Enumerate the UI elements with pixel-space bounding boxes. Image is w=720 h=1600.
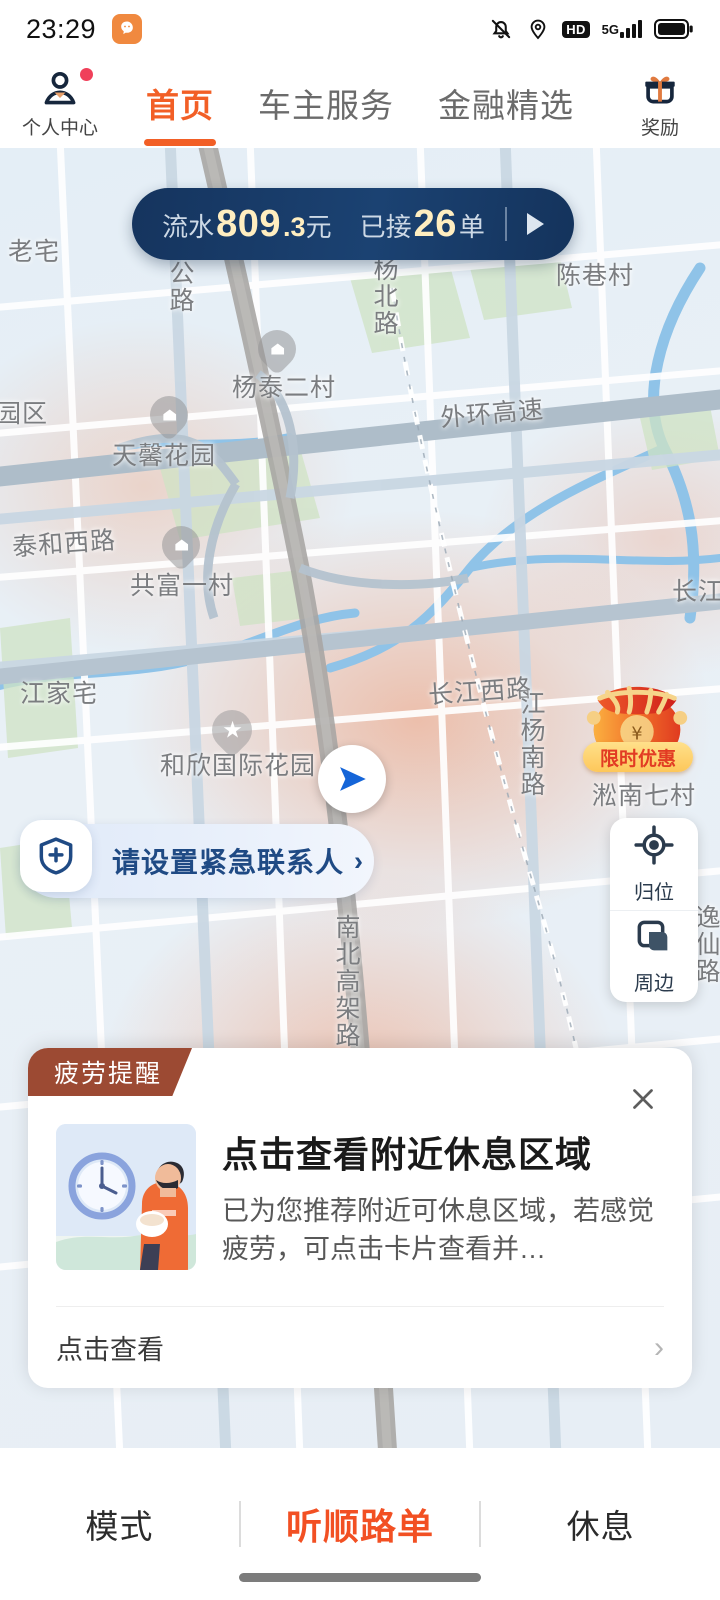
fatigue-card-body: 点击查看附近休息区域 已为您推荐附近可休息区域，若感觉疲劳，可点击卡片查看并… <box>28 1124 692 1270</box>
navigation-arrow-icon <box>340 767 366 791</box>
status-bar-time: 23:29 <box>26 13 97 44</box>
orders-unit: 单 <box>458 211 485 242</box>
mode-label: 模式 <box>85 1508 154 1545</box>
revenue-label: 流水 <box>162 211 215 242</box>
fatigue-card-footer[interactable]: 点击查看 › <box>56 1306 664 1388</box>
revenue-amount: 809 <box>216 202 282 245</box>
fatigue-card-footer-label: 点击查看 <box>56 1335 164 1365</box>
battery-icon <box>654 18 694 40</box>
map-label: 园区 <box>0 400 49 428</box>
rest-button[interactable]: 休息 <box>481 1448 720 1600</box>
map-label: 杨北路 <box>370 256 398 337</box>
status-bar: 23:29 HD 5G <box>0 0 720 58</box>
recenter-target-icon <box>633 824 675 871</box>
profile-center-label: 个人中心 <box>21 117 98 139</box>
map-label: 杨泰二村 <box>232 374 337 402</box>
tab-owner-services[interactable]: 车主服务 <box>258 58 394 148</box>
map-label: 公路 <box>166 260 194 314</box>
revenue-decimal: .3 <box>283 211 306 242</box>
rewards-button[interactable]: 奖励 <box>600 67 720 140</box>
earnings-banner[interactable]: 流水 809 .3 元 已接 26 单 <box>132 188 574 260</box>
fatigue-card-description: 已为您推荐附近可休息区域，若感觉疲劳，可点击卡片查看并… <box>222 1196 654 1265</box>
tab-finance-picks[interactable]: 金融精选 <box>438 58 574 148</box>
app-screen: 23:29 HD 5G 个人中心 首页 车主服务 金融精选 奖励 老宅 公路 杨… <box>0 0 720 1600</box>
revenue-group: 流水 809 .3 元 <box>162 203 331 246</box>
tab-home[interactable]: 首页 <box>144 58 216 148</box>
layers-nearby-icon <box>634 917 674 962</box>
promo-label[interactable]: 限时优惠 <box>583 742 693 772</box>
home-indicator[interactable] <box>239 1573 481 1582</box>
bottom-action-bar: 模式 听顺路单 休息 <box>0 1448 720 1600</box>
map-label: 共富一村 <box>130 572 235 600</box>
chevron-right-icon: › <box>354 845 364 876</box>
app-logo-icon <box>112 14 143 44</box>
recenter-button[interactable]: 归位 <box>610 818 698 910</box>
map-label: 老宅 <box>8 238 61 266</box>
nearby-label: 周边 <box>634 973 674 995</box>
map-controls: 归位 周边 <box>610 818 698 1002</box>
nearby-button[interactable]: 周边 <box>610 910 698 1002</box>
orders-count: 26 <box>413 202 457 245</box>
chevron-right-icon: › <box>654 1330 664 1364</box>
fatigue-reminder-card[interactable]: 点击查看附近休息区域 已为您推荐附近可休息区域，若感觉疲劳，可点击卡片查看并… … <box>28 1048 692 1388</box>
fatigue-card-title: 点击查看附近休息区域 <box>222 1134 593 1175</box>
orders-group: 已接 26 单 <box>360 203 485 246</box>
shield-plus-icon <box>20 820 92 892</box>
rest-label: 休息 <box>566 1508 635 1545</box>
map-label: 泰和西路 <box>11 526 118 562</box>
profile-center-button[interactable]: 个人中心 <box>0 67 120 140</box>
map-label: 南北高架路 <box>332 914 360 1049</box>
map-label: 淞南七村 <box>592 782 697 810</box>
close-icon[interactable] <box>620 1076 666 1122</box>
tab-bar: 首页 车主服务 金融精选 <box>120 58 600 148</box>
map-label: 江家宅 <box>20 680 99 708</box>
fatigue-card-text: 点击查看附近休息区域 已为您推荐附近可休息区域，若感觉疲劳，可点击卡片查看并… <box>222 1124 664 1270</box>
fatigue-ribbon-badge: 疲劳提醒 <box>28 1048 193 1096</box>
listen-route-orders-label: 听顺路单 <box>286 1506 435 1547</box>
rewards-label: 奖励 <box>640 117 679 139</box>
play-arrow-icon[interactable] <box>526 213 544 235</box>
location-pin-icon <box>526 16 550 42</box>
5g-signal-icon: 5G <box>602 20 642 38</box>
mode-button[interactable]: 模式 <box>0 1448 239 1600</box>
gift-icon <box>639 67 681 111</box>
user-location-marker <box>318 745 386 813</box>
clock-and-tired-driver-illustration <box>56 1124 196 1270</box>
status-bar-icons: HD 5G <box>488 16 694 42</box>
recenter-label: 归位 <box>634 881 674 904</box>
top-navigation: 个人中心 首页 车主服务 金融精选 奖励 <box>0 58 720 148</box>
emergency-contact-label: 请设置紧急联系人 <box>112 847 345 878</box>
map-label: 江杨南路 <box>517 690 545 798</box>
bell-muted-icon <box>488 16 514 42</box>
map-label: 天馨花园 <box>112 442 217 470</box>
hd-badge-icon: HD <box>562 20 590 38</box>
notification-badge-dot <box>80 67 93 81</box>
banner-divider <box>504 207 507 241</box>
revenue-unit: 元 <box>305 211 332 242</box>
map-label: 陈巷村 <box>556 262 635 290</box>
active-tab-underline <box>144 139 216 146</box>
person-icon <box>38 67 93 111</box>
map-label: 长江 <box>672 578 720 606</box>
orders-label: 已接 <box>359 211 412 242</box>
